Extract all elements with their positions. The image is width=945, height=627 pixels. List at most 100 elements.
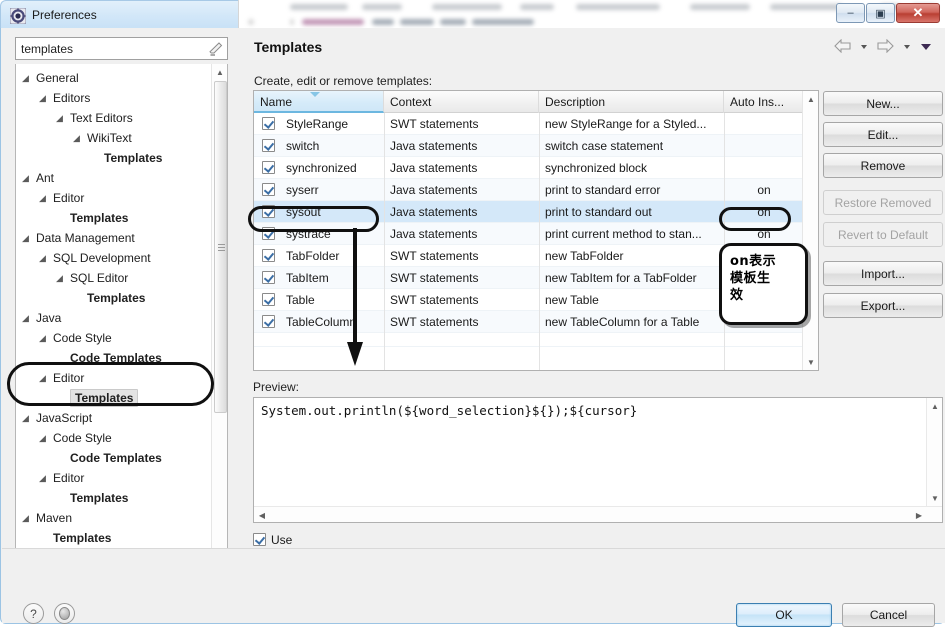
row-enabled-checkbox[interactable] bbox=[262, 139, 275, 152]
edit-template-button[interactable]: Edit... bbox=[823, 122, 943, 147]
row-enabled-checkbox[interactable] bbox=[262, 183, 275, 196]
preview-vertical-scrollbar[interactable]: ▲ ▼ bbox=[926, 398, 942, 506]
row-enabled-checkbox[interactable] bbox=[262, 249, 275, 262]
tree-item-general[interactable]: ◢ General bbox=[16, 68, 212, 88]
expand-triangle-icon[interactable]: ◢ bbox=[39, 468, 49, 488]
tree-item-templates[interactable]: Templates bbox=[16, 528, 212, 548]
export-templates-button[interactable]: Export... bbox=[823, 293, 943, 318]
table-scroll-down-icon[interactable]: ▼ bbox=[803, 354, 818, 370]
row-enabled-checkbox[interactable] bbox=[262, 161, 275, 174]
cancel-button[interactable]: Cancel bbox=[842, 603, 935, 627]
tree-vertical-scrollbar[interactable]: ▲ ▼ bbox=[211, 64, 227, 584]
table-column-header-name[interactable]: Name bbox=[254, 91, 384, 113]
tree-item-code-templates[interactable]: Code Templates bbox=[16, 448, 212, 468]
table-row[interactable]: switch Java statements switch case stateme… bbox=[254, 135, 818, 157]
tree-item-wikitext[interactable]: ◢ WikiText bbox=[16, 128, 212, 148]
table-scroll-up-icon[interactable]: ▲ bbox=[803, 91, 818, 107]
tree-item-templates[interactable]: Templates bbox=[16, 148, 212, 168]
tree-item-sql-development[interactable]: ◢ SQL Development bbox=[16, 248, 212, 268]
info-circle-icon[interactable] bbox=[54, 603, 75, 624]
table-row[interactable]: TabItem SWT statements new TabItem for a T… bbox=[254, 267, 818, 289]
tree-item-templates[interactable]: Templates bbox=[16, 388, 212, 408]
expand-triangle-icon[interactable]: ◢ bbox=[56, 268, 66, 288]
tree-item-data-management[interactable]: ◢ Data Management bbox=[16, 228, 212, 248]
tree-item-editor[interactable]: ◢ Editor bbox=[16, 468, 212, 488]
help-question-mark-icon[interactable]: ? bbox=[23, 603, 44, 624]
remove-template-button[interactable]: Remove bbox=[823, 153, 943, 178]
table-row[interactable]: sysout Java statements print to standard o… bbox=[254, 201, 818, 223]
table-row[interactable]: Table SWT statements new Table bbox=[254, 289, 818, 311]
back-arrow-icon[interactable] bbox=[833, 38, 852, 53]
tree-scrollbar-thumb[interactable] bbox=[214, 81, 227, 413]
eraser-clear-icon[interactable] bbox=[208, 41, 223, 57]
scroll-up-icon[interactable]: ▲ bbox=[212, 64, 227, 80]
forward-dropdown-chevron-down-icon[interactable] bbox=[902, 39, 912, 53]
preview-horizontal-scrollbar[interactable]: ◀ ▶ bbox=[254, 506, 942, 522]
expand-triangle-icon[interactable]: ◢ bbox=[22, 408, 32, 428]
tree-item-editor[interactable]: ◢ Editor bbox=[16, 188, 212, 208]
use-code-formatter-checkbox[interactable] bbox=[253, 533, 266, 546]
expand-triangle-icon[interactable]: ◢ bbox=[39, 368, 49, 388]
tree-item-java[interactable]: ◢ Java bbox=[16, 308, 212, 328]
tree-item-editor[interactable]: ◢ Editor bbox=[16, 368, 212, 388]
expand-triangle-icon[interactable]: ◢ bbox=[56, 108, 66, 128]
preview-scroll-right-icon[interactable]: ▶ bbox=[911, 507, 927, 522]
preview-scroll-up-icon[interactable]: ▲ bbox=[927, 398, 942, 414]
table-row[interactable]: TableColumn SWT statements new TableColumn… bbox=[254, 311, 818, 333]
minimize-button[interactable]: – bbox=[836, 3, 865, 23]
preview-scroll-left-icon[interactable]: ◀ bbox=[254, 507, 270, 522]
table-row[interactable]: syserr Java statements print to standard e… bbox=[254, 179, 818, 201]
row-enabled-checkbox[interactable] bbox=[262, 271, 275, 284]
expand-triangle-icon[interactable]: ◢ bbox=[39, 88, 49, 108]
table-row-partial[interactable] bbox=[254, 333, 818, 347]
tree-item-templates[interactable]: Templates bbox=[16, 208, 212, 228]
tree-item-ant[interactable]: ◢ Ant bbox=[16, 168, 212, 188]
preferences-tree[interactable]: ◢ General ◢ Editors ◢ Text Editors ◢ WikiText Te… bbox=[15, 64, 228, 586]
tree-item-maven[interactable]: ◢ Maven bbox=[16, 508, 212, 528]
tree-item-code-style[interactable]: ◢ Code Style bbox=[16, 428, 212, 448]
expand-triangle-icon[interactable]: ◢ bbox=[39, 428, 49, 448]
expand-triangle-icon[interactable]: ◢ bbox=[22, 228, 32, 248]
tree-item-javascript[interactable]: ◢ JavaScript bbox=[16, 408, 212, 428]
table-column-header-auto-ins[interactable]: Auto Ins... bbox=[724, 91, 804, 113]
templates-table[interactable]: Name Context Description Auto Ins... StyleR… bbox=[253, 90, 819, 371]
row-enabled-checkbox[interactable] bbox=[262, 227, 275, 240]
tree-item-code-templates[interactable]: Code Templates bbox=[16, 348, 212, 368]
expand-triangle-icon[interactable]: ◢ bbox=[22, 508, 32, 528]
row-enabled-checkbox[interactable] bbox=[262, 293, 275, 306]
row-enabled-checkbox[interactable] bbox=[262, 315, 275, 328]
maximize-button[interactable]: ▣ bbox=[866, 3, 895, 23]
preview-box[interactable]: System.out.println(${word_selection}${})… bbox=[253, 397, 943, 523]
tree-item-text-editors[interactable]: ◢ Text Editors bbox=[16, 108, 212, 128]
expand-triangle-icon[interactable]: ◢ bbox=[73, 128, 83, 148]
table-row[interactable]: TabFolder SWT statements new TabFolder bbox=[254, 245, 818, 267]
expand-triangle-icon[interactable]: ◢ bbox=[39, 328, 49, 348]
more-chevron-down-filled-icon[interactable] bbox=[919, 39, 933, 53]
tree-item-sql-editor[interactable]: ◢ SQL Editor bbox=[16, 268, 212, 288]
table-row[interactable]: synchronized Java statements synchronized … bbox=[254, 157, 818, 179]
table-vertical-scrollbar[interactable]: ▲ ▼ bbox=[802, 91, 818, 370]
row-enabled-checkbox[interactable] bbox=[262, 205, 275, 218]
table-column-header-context[interactable]: Context bbox=[384, 91, 539, 113]
close-button[interactable]: ✕ bbox=[896, 3, 940, 23]
new-template-button[interactable]: New... bbox=[823, 91, 943, 116]
back-dropdown-chevron-down-icon[interactable] bbox=[859, 39, 869, 53]
row-enabled-checkbox[interactable] bbox=[262, 117, 275, 130]
table-column-header-description[interactable]: Description bbox=[539, 91, 724, 113]
expand-triangle-icon[interactable]: ◢ bbox=[39, 188, 49, 208]
tree-item-editors[interactable]: ◢ Editors bbox=[16, 88, 212, 108]
table-row[interactable]: systrace Java statements print current met… bbox=[254, 223, 818, 245]
import-templates-button[interactable]: Import... bbox=[823, 261, 943, 286]
filter-text-input[interactable] bbox=[21, 41, 196, 57]
tree-item-code-style[interactable]: ◢ Code Style bbox=[16, 328, 212, 348]
forward-arrow-icon[interactable] bbox=[876, 38, 895, 53]
expand-triangle-icon[interactable]: ◢ bbox=[39, 248, 49, 268]
table-row[interactable]: StyleRange SWT statements new StyleRange f… bbox=[254, 113, 818, 135]
preview-scroll-down-icon[interactable]: ▼ bbox=[927, 490, 942, 506]
expand-triangle-icon[interactable]: ◢ bbox=[22, 308, 32, 328]
expand-triangle-icon[interactable]: ◢ bbox=[22, 68, 32, 88]
tree-item-templates[interactable]: Templates bbox=[16, 288, 212, 308]
tree-item-templates[interactable]: Templates bbox=[16, 488, 212, 508]
ok-button[interactable]: OK bbox=[736, 603, 832, 627]
expand-triangle-icon[interactable]: ◢ bbox=[22, 168, 32, 188]
